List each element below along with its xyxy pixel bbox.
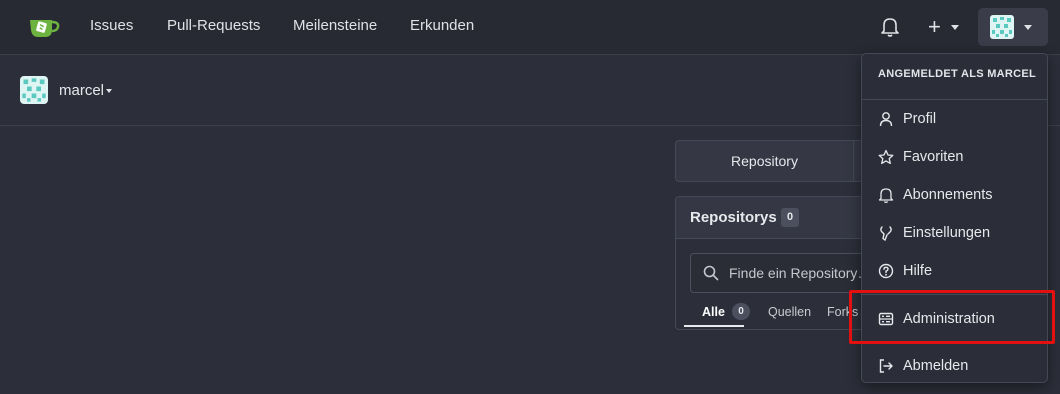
menu-item-label: Administration xyxy=(903,311,995,327)
user-menu-button[interactable] xyxy=(978,8,1048,46)
gitea-teacup-icon[interactable] xyxy=(28,13,60,41)
avatar xyxy=(990,15,1014,39)
context-user-switcher[interactable]: marcel xyxy=(59,82,104,99)
divider xyxy=(862,99,1047,100)
filter-all-count-badge: 0 xyxy=(732,303,750,320)
nav-pull-requests[interactable]: Pull-Requests xyxy=(167,17,260,34)
person-icon xyxy=(879,112,893,127)
menu-item-settings[interactable]: Einstellungen xyxy=(862,216,1047,252)
filter-sources[interactable]: Quellen xyxy=(768,305,811,319)
menu-item-label: Hilfe xyxy=(903,263,933,279)
divider xyxy=(862,294,1047,295)
menu-item-help[interactable]: Hilfe xyxy=(862,254,1047,290)
menu-item-favorites[interactable]: Favoriten xyxy=(862,140,1047,176)
repository-count-badge: 0 xyxy=(781,208,799,227)
menu-item-label: Abmelden xyxy=(903,358,969,374)
menu-item-administration[interactable]: Administration xyxy=(862,302,1047,338)
repository-list-panel: Repositorys 0 Finde ein Repository… Alle… xyxy=(675,196,875,330)
repository-list-header: Repositorys 0 xyxy=(676,197,874,239)
divider xyxy=(862,342,1047,343)
server-icon xyxy=(878,312,894,326)
create-new-button[interactable]: + xyxy=(928,13,964,41)
filter-forks[interactable]: Forks xyxy=(827,305,858,319)
menu-item-profile[interactable]: Profil xyxy=(862,102,1047,138)
bell-icon[interactable] xyxy=(880,16,900,38)
chevron-down-icon xyxy=(951,25,959,30)
repository-search-input[interactable]: Finde ein Repository… xyxy=(690,253,874,293)
search-placeholder: Finde ein Repository… xyxy=(729,265,872,281)
repository-list-title: Repositorys xyxy=(690,209,777,226)
bell-icon xyxy=(878,188,894,203)
plus-icon: + xyxy=(928,14,941,39)
active-filter-underline xyxy=(684,325,744,327)
question-icon xyxy=(878,263,894,279)
top-navbar: Issues Pull-Requests Meilensteine Erkund… xyxy=(0,0,1060,55)
dashboard-tabs: Repository xyxy=(675,140,875,182)
filter-all[interactable]: Alle xyxy=(702,305,725,319)
menu-item-subscriptions[interactable]: Abonnements xyxy=(862,178,1047,214)
user-dropdown-menu: ANGEMELDET ALS MARCEL Profil Favoriten A… xyxy=(861,53,1048,383)
menu-item-label: Einstellungen xyxy=(903,225,991,241)
menu-item-sign-out[interactable]: Abmelden xyxy=(862,349,1047,385)
sign-out-icon xyxy=(879,359,893,373)
tab-repository[interactable]: Repository xyxy=(676,141,854,181)
nav-issues[interactable]: Issues xyxy=(90,17,133,34)
menu-item-label: Abonnements xyxy=(903,187,993,203)
chevron-down-icon xyxy=(1024,25,1032,30)
menu-item-label: Profil xyxy=(903,111,937,127)
avatar xyxy=(20,76,48,104)
search-icon xyxy=(703,265,719,281)
menu-item-label: Favoriten xyxy=(903,149,964,165)
signed-in-as-header: ANGEMELDET ALS MARCEL xyxy=(878,68,1037,80)
nav-milestones[interactable]: Meilensteine xyxy=(293,17,377,34)
tools-icon xyxy=(880,226,892,241)
nav-explore[interactable]: Erkunden xyxy=(410,17,474,34)
chevron-down-icon[interactable] xyxy=(106,89,112,93)
star-icon xyxy=(878,149,894,165)
